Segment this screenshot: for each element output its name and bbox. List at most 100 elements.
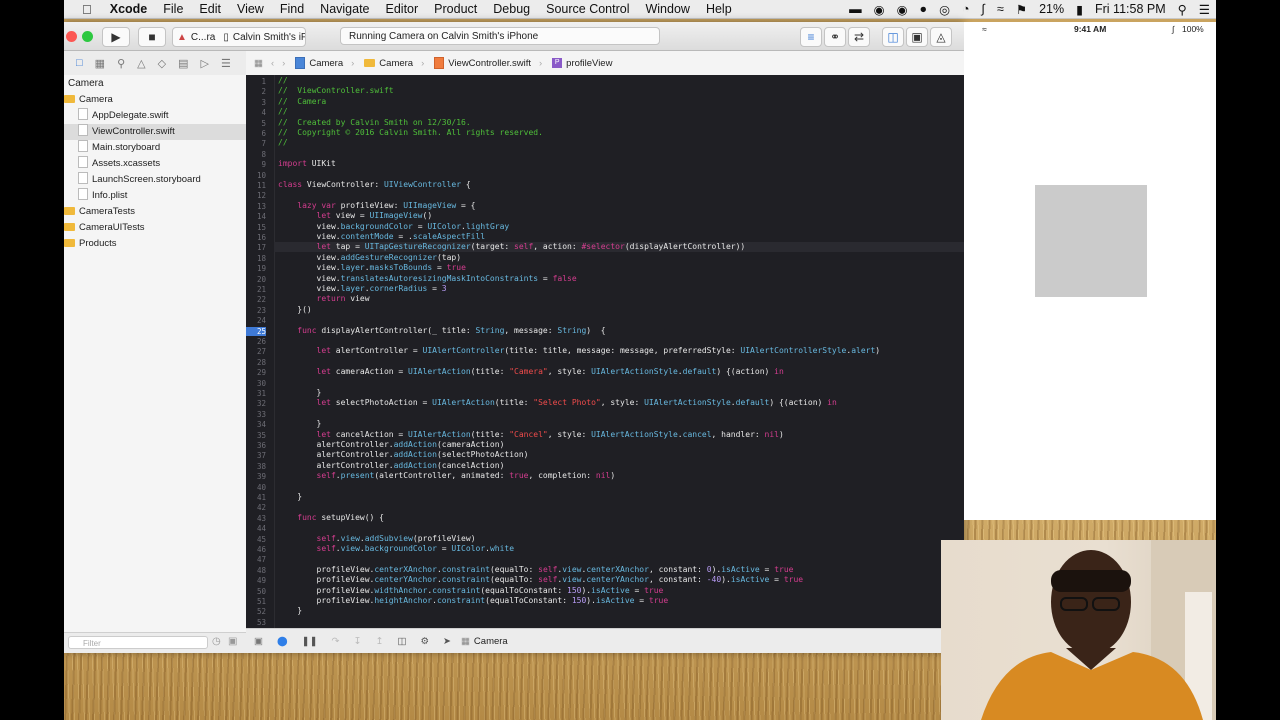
- test-nav-icon[interactable]: ◇: [158, 57, 166, 70]
- nav-group-camera[interactable]: Camera: [64, 92, 246, 108]
- debug-nav-icon[interactable]: ▤: [178, 57, 188, 70]
- code-line[interactable]: self.view.addSubview(profileView): [278, 534, 476, 544]
- line-number[interactable]: 40: [246, 483, 266, 492]
- code-line[interactable]: profileView.centerXAnchor.constraint(equ…: [278, 565, 794, 575]
- hide-debug-area-icon[interactable]: ▣: [254, 636, 263, 647]
- line-number[interactable]: 52: [246, 607, 266, 616]
- assistant-editor-button[interactable]: ⚭: [824, 27, 846, 47]
- nav-file-infoplist[interactable]: Info.plist: [64, 188, 246, 204]
- line-number[interactable]: 49: [246, 576, 266, 585]
- menu-app-name[interactable]: Xcode: [110, 2, 148, 16]
- code-line[interactable]: import UIKit: [278, 159, 336, 169]
- filter-input[interactable]: Filter: [68, 636, 208, 649]
- line-number[interactable]: 31: [246, 389, 266, 398]
- code-line[interactable]: // ViewController.swift: [278, 86, 394, 96]
- code-line[interactable]: profileView.widthAnchor.constraint(equal…: [278, 586, 664, 596]
- line-number[interactable]: 32: [246, 399, 266, 408]
- nav-file-assets[interactable]: Assets.xcassets: [64, 156, 246, 172]
- line-number[interactable]: 13: [246, 202, 266, 211]
- recent-files-icon[interactable]: ◷: [212, 636, 221, 647]
- code-line[interactable]: view.addGestureRecognizer(tap): [278, 253, 462, 263]
- line-number[interactable]: 4: [246, 108, 266, 117]
- line-number-gutter[interactable]: 1 2 3 4 5 6 7 8 9 10 11 12 13 14 15 16 17 18 19 20 21 22 23 24 2…: [246, 75, 275, 628]
- line-number[interactable]: 14: [246, 212, 266, 221]
- code-line[interactable]: alertController.addAction(cancelAction): [278, 461, 505, 471]
- code-line[interactable]: class ViewController: UIViewController {: [278, 180, 471, 190]
- line-number[interactable]: 44: [246, 524, 266, 533]
- folder-nav-icon[interactable]: □: [76, 57, 83, 69]
- display-icon[interactable]: ▬: [849, 2, 862, 16]
- toggle-utilities-button[interactable]: ◬: [930, 27, 952, 47]
- line-number[interactable]: 46: [246, 545, 266, 554]
- run-button[interactable]: ▶: [102, 27, 130, 47]
- standard-editor-button[interactable]: ≡: [800, 27, 822, 47]
- line-number[interactable]: 36: [246, 441, 266, 450]
- line-number[interactable]: 5: [246, 119, 266, 128]
- code-line[interactable]: }: [278, 606, 302, 616]
- line-number[interactable]: 10: [246, 171, 266, 180]
- record-icon[interactable]: ◉: [897, 2, 908, 17]
- forward-icon[interactable]: ›: [282, 58, 285, 69]
- version-editor-button[interactable]: ⇄: [848, 27, 870, 47]
- bluetooth-icon[interactable]: ∫: [982, 2, 985, 16]
- line-number[interactable]: 22: [246, 295, 266, 304]
- menu-source-control[interactable]: Source Control: [546, 2, 629, 16]
- clock[interactable]: Fri 11:58 PM: [1095, 2, 1166, 16]
- line-number[interactable]: 3: [246, 98, 266, 107]
- project-root[interactable]: Camera: [64, 76, 250, 92]
- simulate-location-icon[interactable]: ➤: [443, 636, 451, 647]
- timer-icon[interactable]: ◔: [962, 2, 970, 16]
- code-line[interactable]: let selectPhotoAction = UIAlertAction(ti…: [278, 398, 837, 408]
- line-number[interactable]: 20: [246, 275, 266, 284]
- menu-editor[interactable]: Editor: [386, 2, 419, 16]
- code-line[interactable]: let tap = UITapGestureRecognizer(target:…: [278, 242, 746, 252]
- line-number[interactable]: 34: [246, 420, 266, 429]
- line-number[interactable]: 28: [246, 358, 266, 367]
- flag-icon[interactable]: ⚑: [1016, 2, 1027, 17]
- battery-percent[interactable]: 21%: [1039, 2, 1064, 16]
- code-line[interactable]: let cameraAction = UIAlertAction(title: …: [278, 367, 784, 377]
- view-debugger-icon[interactable]: ◫: [397, 636, 406, 647]
- symbol-nav-icon[interactable]: ▦: [95, 57, 105, 70]
- line-number[interactable]: 47: [246, 555, 266, 564]
- code-line[interactable]: // Created by Calvin Smith on 12/30/16.: [278, 118, 471, 128]
- nav-file-main-storyboard[interactable]: Main.storyboard: [64, 140, 246, 156]
- line-number[interactable]: 39: [246, 472, 266, 481]
- code-line[interactable]: }: [278, 388, 322, 398]
- code-line[interactable]: //: [278, 76, 288, 86]
- battery-icon[interactable]: ▮: [1076, 2, 1083, 17]
- code-line[interactable]: view.backgroundColor = UIColor.lightGray: [278, 222, 510, 232]
- breakpoint-line-number[interactable]: 25: [246, 326, 266, 336]
- nav-file-viewcontroller[interactable]: ViewController.swift: [64, 124, 246, 140]
- scheme-selector[interactable]: ▲ C...ra ▯ Calvin Smith's iPhone: [172, 27, 306, 47]
- breadcrumb-project[interactable]: Camera ›: [295, 57, 354, 69]
- breakpoint-nav-icon[interactable]: ▷: [200, 57, 208, 70]
- code-line[interactable]: func setupView() {: [278, 513, 384, 523]
- code-line[interactable]: //: [278, 138, 288, 148]
- line-number[interactable]: 8: [246, 150, 266, 159]
- close-window-button[interactable]: [66, 31, 77, 42]
- debug-target-label[interactable]: Camera: [474, 636, 508, 647]
- nav-group-cameratests[interactable]: CameraTests: [64, 204, 246, 220]
- code-line[interactable]: }: [278, 492, 302, 502]
- code-line[interactable]: let view = UIImageView(): [278, 211, 433, 221]
- apple-menu-icon[interactable]: : [82, 2, 92, 17]
- line-number[interactable]: 21: [246, 285, 266, 294]
- line-number[interactable]: 16: [246, 233, 266, 242]
- line-number[interactable]: 12: [246, 191, 266, 200]
- line-number[interactable]: 26: [246, 337, 266, 346]
- line-number[interactable]: 15: [246, 223, 266, 232]
- line-number[interactable]: 23: [246, 306, 266, 315]
- code-line[interactable]: }: [278, 419, 322, 429]
- code-line[interactable]: let alertController = UIAlertController(…: [278, 346, 881, 356]
- menu-window[interactable]: Window: [645, 2, 689, 16]
- spotlight-icon[interactable]: ⚲: [1178, 2, 1187, 17]
- code-line[interactable]: return view: [278, 294, 370, 304]
- line-number[interactable]: 37: [246, 451, 266, 460]
- breakpoints-toggle-icon[interactable]: ⬤: [277, 636, 288, 647]
- step-out-icon[interactable]: ↥: [375, 636, 383, 647]
- code-line[interactable]: //: [278, 107, 288, 117]
- line-number[interactable]: 11: [246, 181, 266, 190]
- code-line[interactable]: // Camera: [278, 97, 326, 107]
- nav-group-camerauitests[interactable]: CameraUITests: [64, 220, 246, 236]
